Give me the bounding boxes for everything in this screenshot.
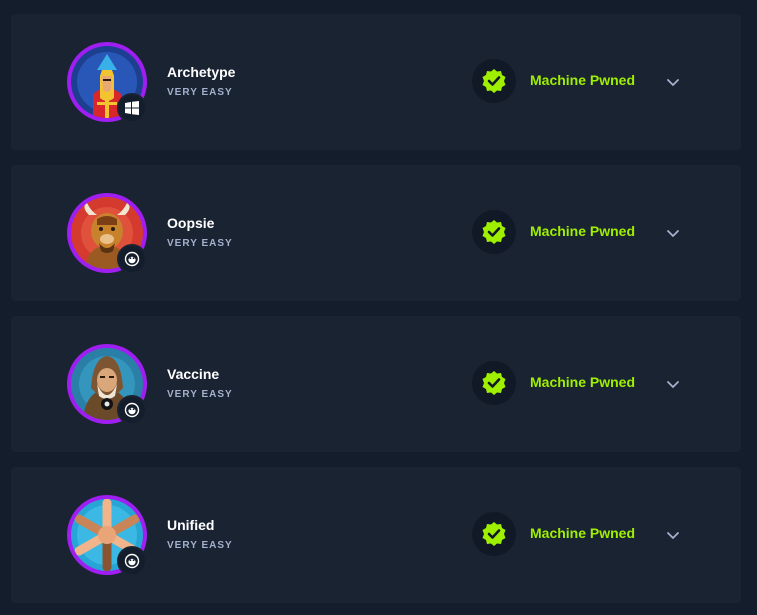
verified-check-icon <box>482 522 506 546</box>
status-text: Machine Pwned <box>530 72 636 88</box>
machine-difficulty: VERY EASY <box>167 389 233 400</box>
pwned-status-badge <box>472 59 516 103</box>
chevron-down-icon <box>667 79 679 86</box>
machine-difficulty: VERY EASY <box>167 238 233 249</box>
pwned-status-badge <box>472 210 516 254</box>
machine-avatar[interactable] <box>67 42 147 123</box>
linux-os-badge <box>117 546 147 576</box>
verified-check-icon <box>482 371 506 395</box>
windows-icon <box>125 101 139 115</box>
machine-avatar[interactable] <box>67 193 147 274</box>
machine-card-unified[interactable]: Unified VERY EASY Machine Pwned <box>11 467 741 603</box>
machine-name[interactable]: Archetype <box>167 64 235 80</box>
status-text: Machine Pwned <box>530 525 636 541</box>
machine-card-oopsie[interactable]: Oopsie VERY EASY Machine Pwned <box>11 165 741 301</box>
status-text: Machine Pwned <box>530 374 636 390</box>
machine-avatar[interactable] <box>67 344 147 425</box>
machine-difficulty: VERY EASY <box>167 87 233 98</box>
expand-button[interactable] <box>663 223 683 243</box>
machine-name[interactable]: Unified <box>167 517 214 533</box>
expand-button[interactable] <box>663 525 683 545</box>
linux-icon <box>124 402 140 418</box>
expand-button[interactable] <box>663 374 683 394</box>
linux-icon <box>124 251 140 267</box>
linux-os-badge <box>117 244 147 274</box>
chevron-down-icon <box>667 532 679 539</box>
linux-icon <box>124 553 140 569</box>
machine-card-vaccine[interactable]: Vaccine VERY EASY Machine Pwned <box>11 316 741 452</box>
expand-button[interactable] <box>663 72 683 92</box>
verified-check-icon <box>482 69 506 93</box>
pwned-status-badge <box>472 512 516 556</box>
verified-check-icon <box>482 220 506 244</box>
linux-os-badge <box>117 395 147 425</box>
pwned-status-badge <box>472 361 516 405</box>
machine-name[interactable]: Oopsie <box>167 215 214 231</box>
machine-name[interactable]: Vaccine <box>167 366 219 382</box>
chevron-down-icon <box>667 381 679 388</box>
status-text: Machine Pwned <box>530 223 636 239</box>
chevron-down-icon <box>667 230 679 237</box>
machine-difficulty: VERY EASY <box>167 540 233 551</box>
windows-os-badge <box>117 93 147 123</box>
machine-card-archetype[interactable]: Archetype VERY EASY Machine Pwned <box>11 14 741 150</box>
machine-list: Archetype VERY EASY Machine Pwned Oopsie… <box>0 0 757 615</box>
machine-avatar[interactable] <box>67 495 147 576</box>
